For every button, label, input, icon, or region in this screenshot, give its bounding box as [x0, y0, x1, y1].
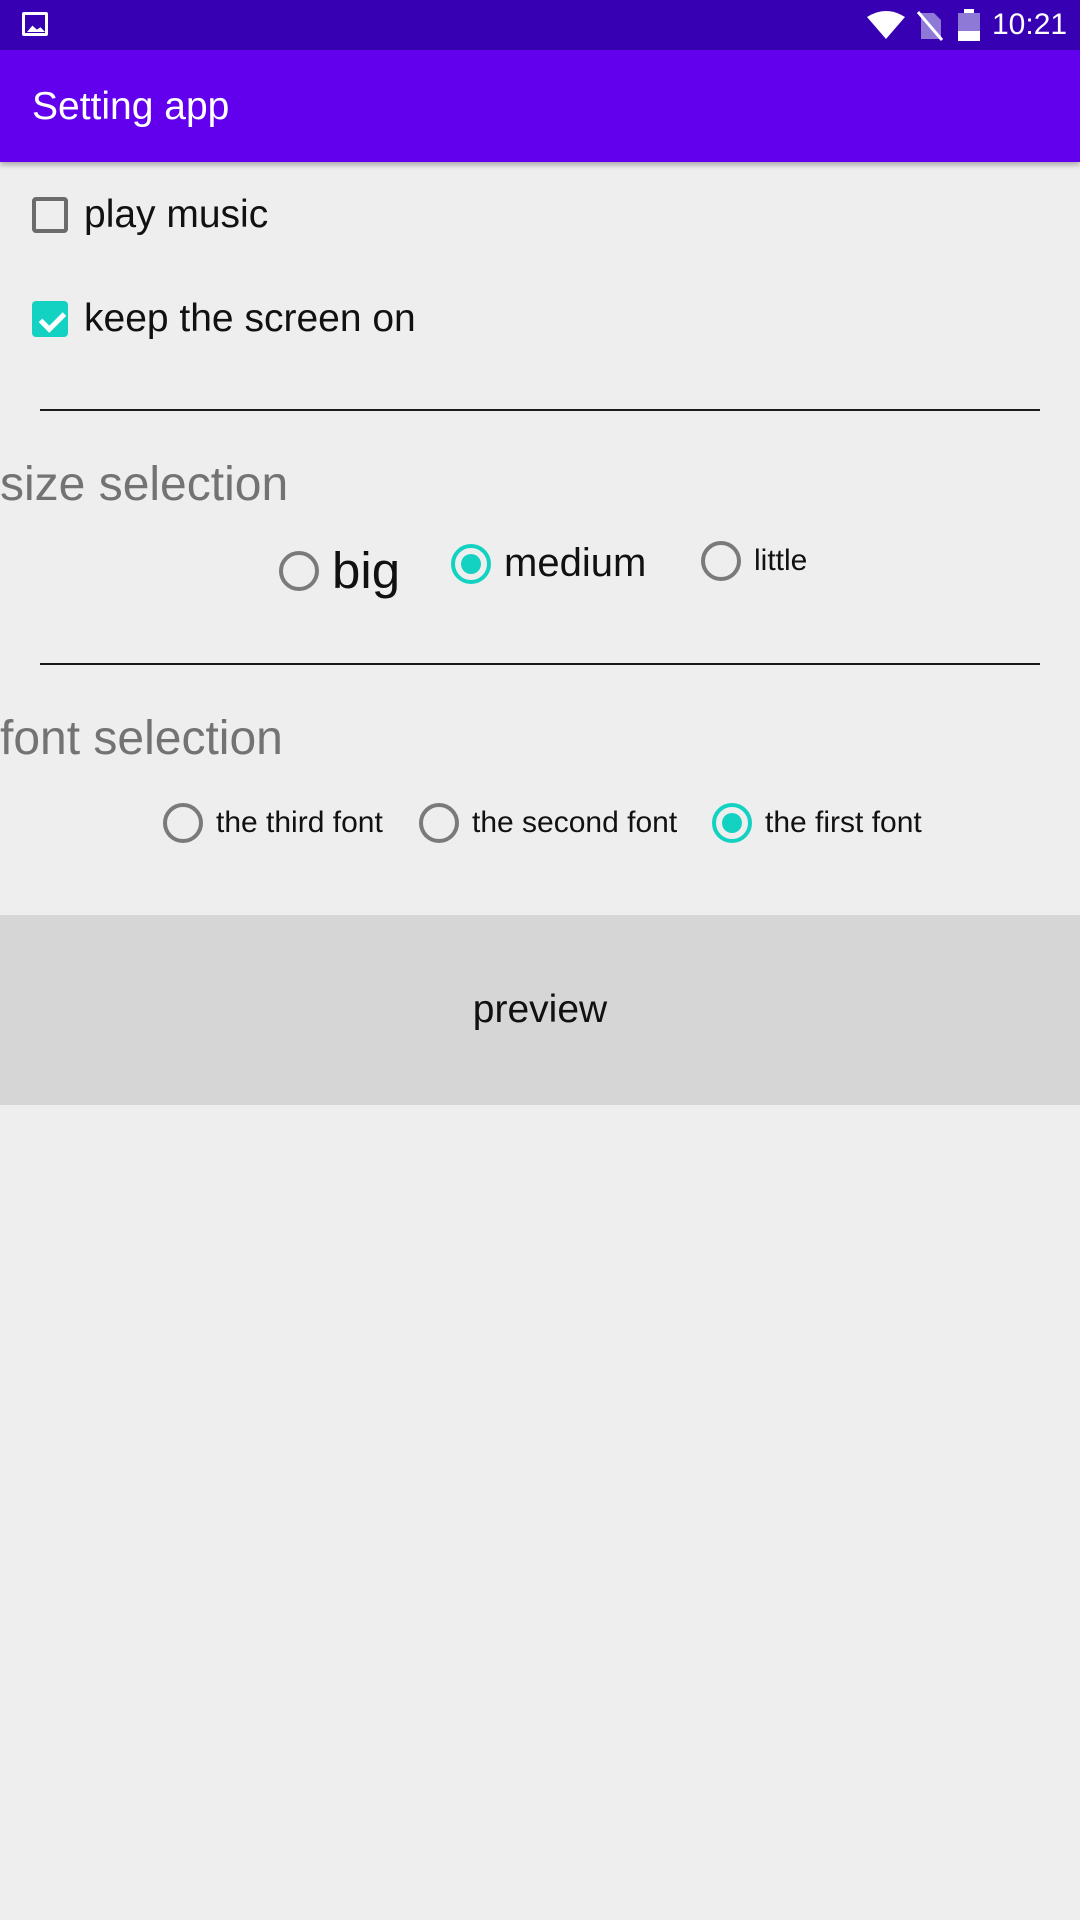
- app-bar: Setting app: [0, 50, 1080, 162]
- app-title: Setting app: [32, 85, 230, 128]
- font-option-second[interactable]: the second font: [419, 803, 677, 843]
- wifi-icon: [867, 11, 905, 39]
- divider-2: [40, 663, 1040, 665]
- keep-screen-on-checkbox[interactable]: keep the screen on: [32, 289, 416, 349]
- size-big-label: big: [332, 542, 401, 599]
- font-first-radio[interactable]: [712, 803, 752, 843]
- size-medium-label: medium: [504, 541, 647, 585]
- play-music-checkbox[interactable]: play music: [32, 185, 268, 245]
- divider-1: [40, 409, 1040, 411]
- size-option-big[interactable]: big: [279, 541, 400, 600]
- font-third-label: the third font: [216, 806, 383, 839]
- gallery-icon: [22, 12, 48, 36]
- preview-button[interactable]: preview: [0, 915, 1080, 1105]
- font-second-radio[interactable]: [419, 803, 459, 843]
- no-sim-icon: [917, 11, 943, 41]
- font-option-third[interactable]: the third font: [163, 803, 383, 843]
- font-first-label: the first font: [765, 806, 922, 839]
- status-time: 10:21: [992, 8, 1068, 41]
- keep-screen-on-checkbox-box[interactable]: [32, 301, 68, 337]
- battery-icon: [958, 9, 980, 41]
- font-second-label: the second font: [472, 806, 678, 839]
- font-selection-title: font selection: [0, 712, 283, 765]
- size-option-medium[interactable]: medium: [451, 541, 646, 586]
- size-big-radio[interactable]: [279, 550, 319, 591]
- play-music-checkbox-box[interactable]: [32, 197, 68, 233]
- size-option-little[interactable]: little: [701, 541, 807, 581]
- status-bar: 10:21: [0, 0, 1080, 50]
- size-little-label: little: [754, 544, 808, 577]
- size-selection-title: size selection: [0, 458, 289, 511]
- size-medium-radio[interactable]: [451, 543, 491, 584]
- play-music-label: play music: [84, 193, 269, 236]
- size-little-radio[interactable]: [701, 541, 741, 581]
- font-third-radio[interactable]: [163, 803, 203, 843]
- font-option-first[interactable]: the first font: [712, 803, 922, 843]
- keep-screen-on-label: keep the screen on: [84, 297, 416, 340]
